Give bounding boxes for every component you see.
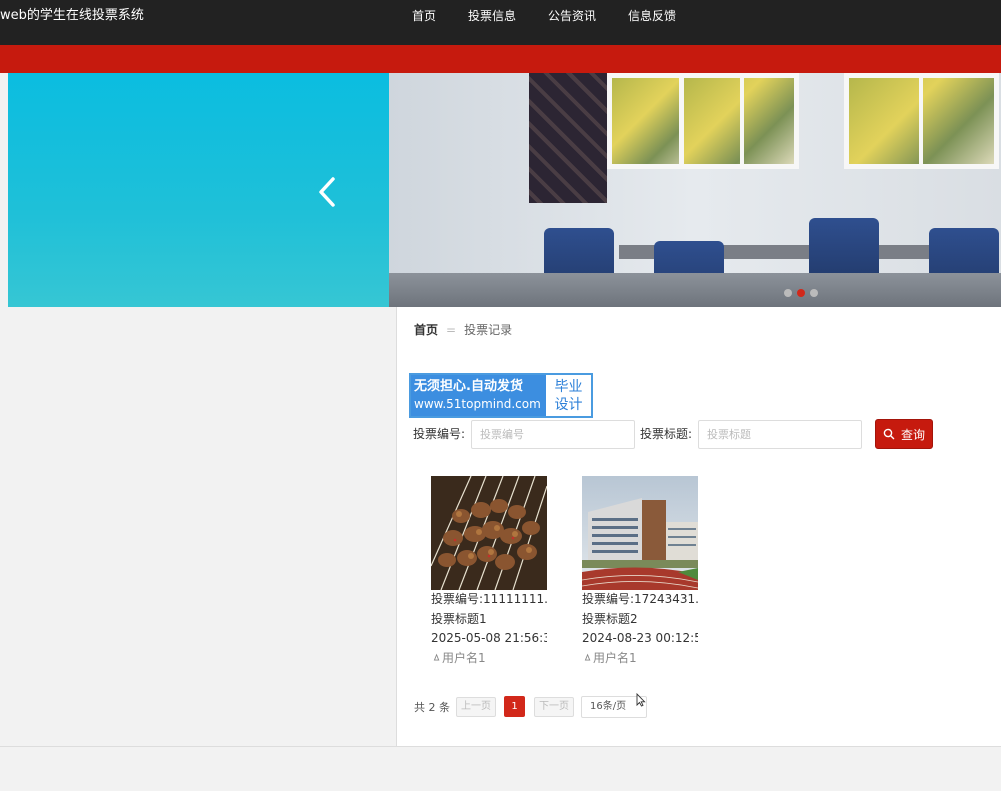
record-card[interactable]: 投票编号:11111111... 投票标题1 2025-05-08 21:56:… xyxy=(431,476,547,668)
top-header: web的学生在线投票系统 首页 投票信息 公告资讯 信息反馈 xyxy=(0,0,1001,45)
search-icon xyxy=(883,428,895,440)
watermark-label-1: 毕业 xyxy=(554,378,583,395)
record-number: 投票编号:11111111... xyxy=(431,592,547,606)
carousel-dot-active[interactable] xyxy=(797,289,805,297)
vote-number-label: 投票编号: xyxy=(413,427,466,441)
breadcrumb-separator: = xyxy=(446,323,457,337)
breadcrumb-current: 投票记录 xyxy=(464,323,513,337)
search-form: 投票编号: 投票标题: 查询 xyxy=(413,419,973,449)
pagination-total: 共 2 条 xyxy=(414,701,450,714)
nav-item-news[interactable]: 公告资讯 xyxy=(548,7,596,25)
search-button-label: 查询 xyxy=(900,427,925,442)
carousel-dot[interactable] xyxy=(810,289,818,297)
search-button[interactable]: 查询 xyxy=(875,419,933,449)
record-card[interactable]: 投票编号:17243431... 投票标题2 2024-08-23 00:12:… xyxy=(582,476,698,668)
school-building-photo[interactable] xyxy=(582,476,698,590)
prev-page-button[interactable]: 上一页 xyxy=(456,697,496,717)
pagination: 共 2 条 上一页 1 下一页 16条/页 xyxy=(414,696,714,718)
watermark-url: www.51topmind.com xyxy=(414,397,541,411)
record-title[interactable]: 投票标题1 xyxy=(431,610,547,630)
chair xyxy=(809,218,879,278)
nav-item-home[interactable]: 首页 xyxy=(412,7,436,25)
record-number: 投票编号:17243431... xyxy=(582,592,698,606)
next-page-button[interactable]: 下一页 xyxy=(534,697,574,717)
watermark-slogan: 无须担心.自动发货 xyxy=(414,379,523,394)
record-user: ㅿ用户名1 xyxy=(582,650,637,665)
user-icon: ㅿ xyxy=(431,650,443,665)
carousel-dot[interactable] xyxy=(784,289,792,297)
record-title[interactable]: 投票标题2 xyxy=(582,610,698,630)
banner-slide-classroom xyxy=(389,73,1001,307)
watermark-label-2: 设计 xyxy=(554,396,583,413)
nav-item-feedback[interactable]: 信息反馈 xyxy=(628,7,676,25)
vote-number-input[interactable] xyxy=(471,420,635,449)
banner-carousel xyxy=(0,73,1001,307)
record-time: 2024-08-23 00:12:51 xyxy=(582,631,698,645)
main-nav: 首页 投票信息 公告资讯 信息反馈 xyxy=(412,7,708,25)
carousel-dots xyxy=(784,289,818,297)
window xyxy=(679,73,799,169)
breadcrumb-home[interactable]: 首页 xyxy=(414,323,438,337)
user-icon: ㅿ xyxy=(582,650,594,665)
record-time: 2025-05-08 21:56:37 xyxy=(431,631,547,645)
mouse-cursor-icon xyxy=(636,693,646,707)
page-number-current[interactable]: 1 xyxy=(504,696,525,717)
curtain xyxy=(529,73,607,203)
breadcrumb: 首页 = 投票记录 xyxy=(414,322,512,338)
carousel-prev-arrow-icon[interactable] xyxy=(315,175,341,209)
grilled-skewers-photo[interactable] xyxy=(431,476,547,590)
nav-item-votes[interactable]: 投票信息 xyxy=(468,7,516,25)
vote-title-label: 投票标题: xyxy=(640,427,693,441)
watermark-logo: 无须担心.自动发货 www.51topmind.com 毕业 设计 xyxy=(409,373,593,418)
vote-title-input[interactable] xyxy=(698,420,862,449)
record-user: ㅿ用户名1 xyxy=(431,650,486,665)
accent-bar xyxy=(0,45,1001,73)
site-title[interactable]: web的学生在线投票系统 xyxy=(0,7,144,25)
content-panel: 首页 = 投票记录 无须担心.自动发货 www.51topmind.com 毕业 设… xyxy=(396,307,1001,746)
window xyxy=(844,73,999,169)
page-footer xyxy=(0,746,1001,791)
